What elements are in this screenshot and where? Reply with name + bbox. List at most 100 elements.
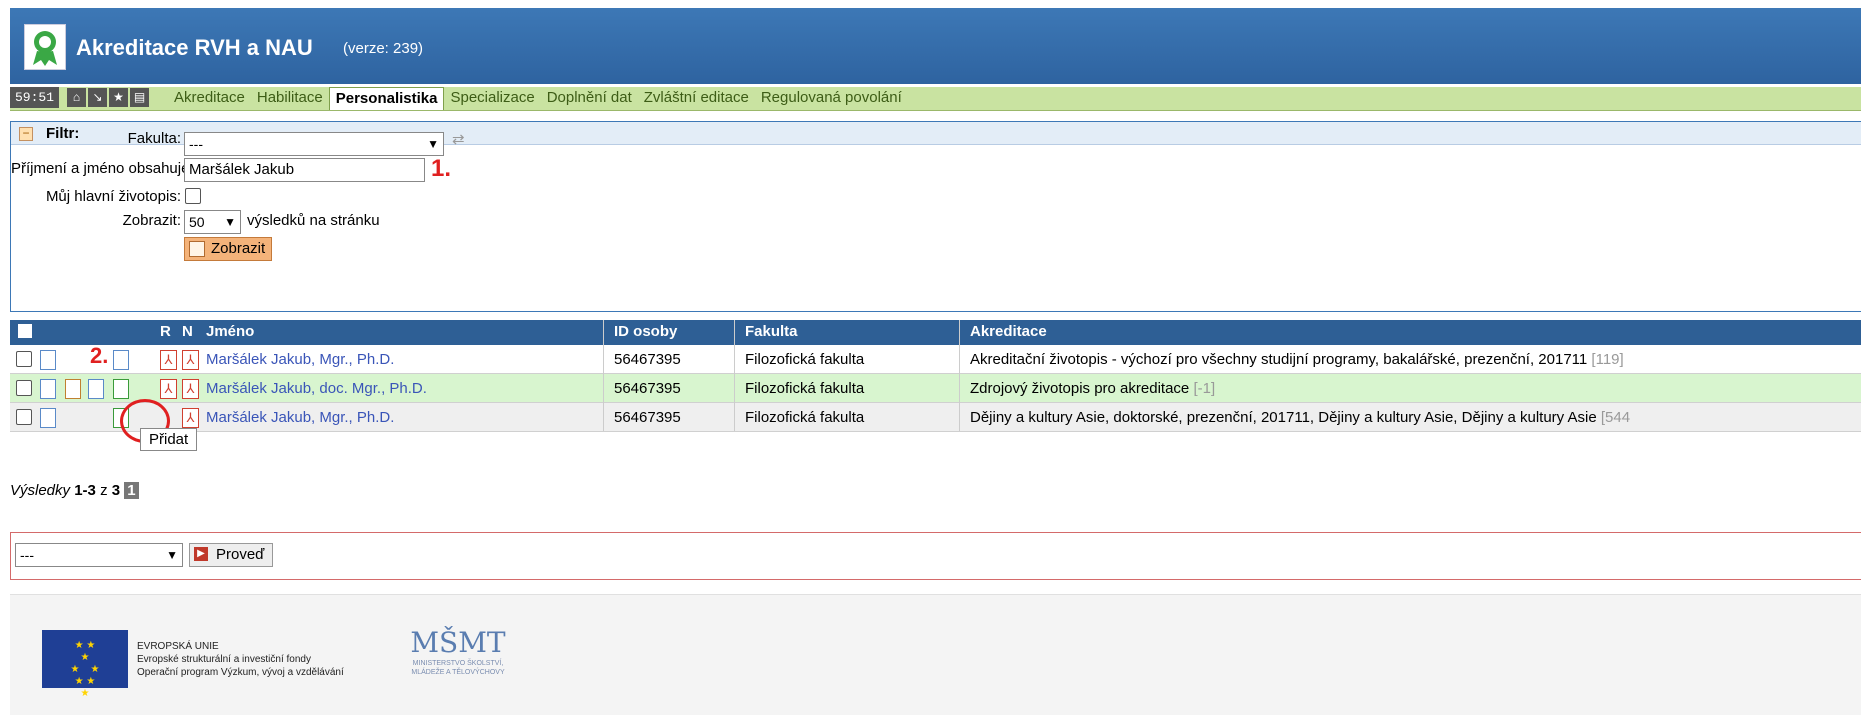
bulk-action-select[interactable]: --- ▼ [15,543,183,567]
row-checkbox[interactable] [16,380,32,396]
tab-habilitace[interactable]: Habilitace [251,87,329,110]
person-name-link[interactable]: Maršálek Jakub, Mgr., Ph.D. [206,351,394,368]
name-label: Příjmení a jméno obsahuje: [11,160,194,177]
results-range: 1-3 [74,482,96,499]
step1-annotation: 1. [431,155,452,182]
pdf-n-icon[interactable]: ⅄ [182,379,199,399]
accreditation-text: Zdrojový životopis pro akreditace [970,380,1190,397]
faculty: Filozofická fakulta [745,409,865,426]
table-row[interactable]: ⅄ ⅄ Maršálek Jakub, doc. Mgr., Ph.D. 564… [10,374,1861,403]
home-icon[interactable]: ⌂ [67,88,86,107]
bulk-action-bar: --- ▼ ▶ Proveď [10,532,1861,580]
page-size-select[interactable]: 50 ▼ [184,210,241,234]
show-button-label: Zobrazit [211,240,266,257]
footer: ★ ★ ★ ★ ★ ★ ★ ★ EVROPSKÁ UNIE Evropské str… [10,594,1861,715]
document-icon[interactable] [113,350,129,370]
tab-zvlastni-editace[interactable]: Zvláštní editace [638,87,755,110]
fakulta-select-value: --- [189,136,203,152]
bulk-action-value: --- [20,547,34,563]
app-version: (verze: 239) [343,40,424,57]
accreditation-text: Dějiny a kultury Asie, doktorské, prezen… [970,409,1597,426]
results-total: 3 [111,482,121,499]
person-id: 56467395 [614,351,681,368]
accreditation: Zdrojový životopis pro akreditace [-1] [970,380,1215,397]
run-icon: ▶ [194,547,208,561]
msmt-line2: MLÁDEŽE A TĚLOVÝCHOVY [411,669,505,676]
person-name-link[interactable]: Maršálek Jakub, doc. Mgr., Ph.D. [206,380,427,397]
play-icon [189,241,205,257]
eu-stars-icon: ★ ★ ★ ★ ★ ★ ★ ★ [70,640,100,699]
print-icon[interactable]: ▤ [130,88,149,107]
chevron-down-icon: ▼ [427,137,439,151]
document-icon[interactable] [40,350,56,370]
pdf-r-icon[interactable]: ⅄ [160,379,177,399]
add-tooltip: Přidat [140,428,198,451]
main-cv-checkbox[interactable] [185,188,201,204]
add-document-icon[interactable] [113,379,129,399]
chevron-down-icon: ▼ [166,548,178,562]
row-checkbox[interactable] [16,351,32,367]
accreditation-count: [544 [1600,409,1631,426]
col-n: N [182,323,193,340]
person-id: 56467395 [614,380,681,397]
column-divider [959,320,960,431]
session-timer: 59:51 [10,87,60,108]
person-name-link[interactable]: Maršálek Jakub, Mgr., Ph.D. [206,409,394,426]
page-size-value: 50 [189,214,205,230]
run-button-label: Proveď [216,546,265,563]
app-header: Akreditace RVH a NAU (verze: 239) [10,8,1861,84]
filter-panel: − Filtr: Fakulta: --- ▼ ⇄ Příjmení a jmé… [10,121,1861,312]
col-fakulta[interactable]: Fakulta [745,323,798,340]
eu-line1: EVROPSKÁ UNIE [137,641,219,652]
document-icon[interactable] [40,408,56,428]
show-label: Zobrazit: [122,212,181,229]
main-nav: 59:51 ⌂ ↘ ★ ▤ Akreditace Habilitace Pers… [10,87,1861,111]
edit-icon[interactable] [65,379,81,399]
table-row[interactable]: ⅄ Maršálek Jakub, Mgr., Ph.D. 56467395 F… [10,403,1861,432]
show-button[interactable]: Zobrazit [184,237,273,261]
pdf-n-icon[interactable]: ⅄ [182,350,199,370]
tab-doplneni-dat[interactable]: Doplnění dat [541,87,638,110]
col-jmeno[interactable]: Jméno [206,323,254,340]
msmt-line1: MINISTERSTVO ŠKOLSTVÍ, [412,660,504,667]
col-id[interactable]: ID osoby [614,323,677,340]
table-header: R N Jméno ID osoby Fakulta Akreditace [10,320,1861,345]
row-checkbox[interactable] [16,409,32,425]
tab-regulovana-povolani[interactable]: Regulovaná povolání [755,87,908,110]
col-r: R [160,323,171,340]
cv-label: Můj hlavní životopis: [45,188,181,205]
tab-akreditace[interactable]: Akreditace [168,87,251,110]
tab-personalistika[interactable]: Personalistika [328,87,445,110]
eu-text: EVROPSKÁ UNIE Evropské strukturální a in… [137,640,344,679]
name-input[interactable]: Maršálek Jakub [184,158,425,182]
faculty: Filozofická fakulta [745,380,865,397]
column-divider [603,320,604,431]
column-divider [734,320,735,431]
col-akreditace[interactable]: Akreditace [970,323,1047,340]
select-all-checkbox[interactable] [18,324,32,338]
accreditation: Akreditační životopis - výchozí pro všec… [970,351,1624,368]
results-of: z [100,482,108,499]
accreditation: Dějiny a kultury Asie, doktorské, prezen… [970,409,1630,426]
award-logo-icon [24,24,66,70]
msmt-mark-icon: MŠMT [410,626,506,659]
accreditation-count: [-1] [1193,380,1216,397]
app-title: Akreditace RVH a NAU [76,35,313,60]
run-button[interactable]: ▶ Proveď [189,543,274,567]
pdf-n-icon[interactable]: ⅄ [182,408,199,428]
eu-flag-logo: ★ ★ ★ ★ ★ ★ ★ ★ [42,630,128,699]
eu-line3: Operační program Výzkum, vývoj a vzděláv… [137,667,344,678]
copy-icon[interactable] [88,379,104,399]
swap-icon[interactable]: ⇄ [452,130,465,148]
page-1-button[interactable]: 1 [124,482,139,499]
fakulta-select[interactable]: --- ▼ [184,132,444,156]
tab-specializace[interactable]: Specializace [444,87,540,110]
table-row[interactable]: 2. ⅄ ⅄ Maršálek Jakub, Mgr., Ph.D. 56467… [10,343,1861,374]
star-icon[interactable]: ★ [109,88,128,107]
pagination: Výsledky 1-3 z 3 1 [10,482,139,499]
pdf-r-icon[interactable]: ⅄ [160,350,177,370]
arrow-icon[interactable]: ↘ [88,88,107,107]
document-icon[interactable] [40,379,56,399]
eu-line2: Evropské strukturální a investiční fondy [137,654,311,665]
step2-annotation: 2. [90,343,109,368]
